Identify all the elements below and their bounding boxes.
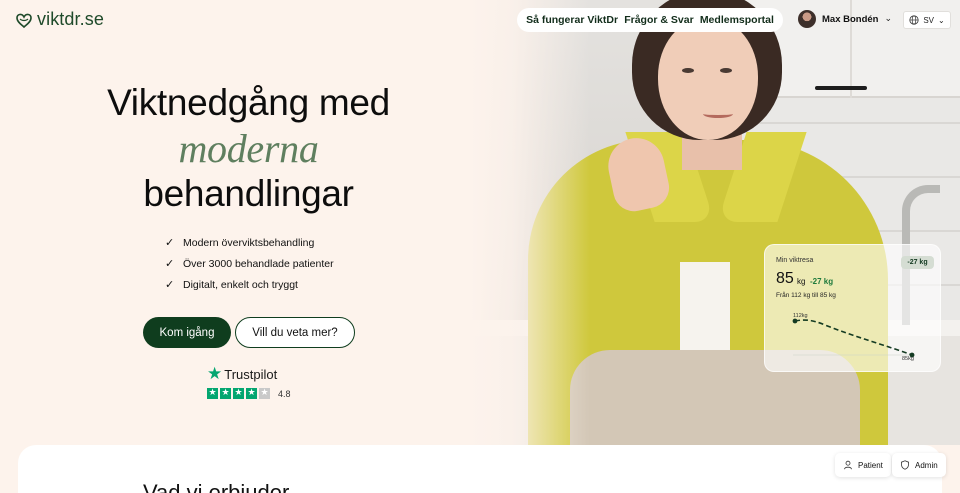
- star-icon: ★: [246, 388, 257, 399]
- feature-text: Över 3000 behandlade patienter: [183, 257, 334, 270]
- trustpilot-star-icon: ★: [207, 364, 223, 384]
- globe-icon: [909, 15, 919, 25]
- user-icon: [844, 460, 852, 470]
- chevron-down-icon: ⌄: [937, 15, 945, 25]
- person-face: [658, 18, 758, 140]
- hero-photo: [470, 0, 960, 445]
- nav-link-member-portal[interactable]: Medlemsportal: [700, 14, 774, 26]
- weight-loss-badge: -27 kg: [901, 256, 934, 269]
- trustpilot-rating: ★ ★ ★ ★ ★ 4.8: [207, 388, 291, 399]
- heart-logo-icon: [16, 13, 32, 28]
- trustpilot-name: Trustpilot: [224, 367, 278, 382]
- star-icon: ★: [259, 388, 270, 399]
- chart-point-start: [792, 318, 798, 324]
- weight-delta: -27 kg: [810, 277, 834, 286]
- chevron-down-icon: ⌄: [884, 14, 893, 24]
- star-icon: ★: [220, 388, 231, 399]
- hero-title-line1: Viktnedgång med: [107, 82, 390, 123]
- chart-end-label: 85kg: [902, 356, 914, 362]
- hero-title-emphasis: moderna: [178, 126, 319, 171]
- person-mouth: [703, 110, 733, 118]
- weight-unit: kg: [797, 277, 806, 286]
- get-started-button[interactable]: Kom igång: [143, 317, 231, 348]
- weight-journey-card: Min viktresa -27 kg 85 kg -27 kg Från 11…: [764, 244, 941, 372]
- check-icon: ✓: [165, 257, 175, 270]
- current-weight: 85: [776, 270, 794, 287]
- logo-text: viktdr.se: [37, 9, 104, 29]
- avatar: [798, 10, 816, 28]
- list-item: ✓ Digitalt, enkelt och tryggt: [165, 274, 334, 295]
- hero-title-line3: behandlingar: [143, 173, 354, 214]
- section-title: Vad vi erbjuder: [143, 480, 290, 493]
- person-eye-left: [682, 68, 694, 73]
- admin-button[interactable]: Admin: [892, 453, 946, 477]
- admin-label: Admin: [915, 460, 938, 470]
- feature-text: Modern överviktsbehandling: [183, 236, 315, 249]
- weight-chart: 112kg 85kg: [792, 313, 915, 362]
- card-title: Min viktresa: [776, 257, 814, 264]
- main-nav: Så fungerar ViktDr Frågor & Svar Medlems…: [517, 8, 783, 32]
- check-icon: ✓: [165, 278, 175, 291]
- photo-fade: [470, 0, 590, 445]
- cabinet-handle: [815, 86, 867, 90]
- star-icon: ★: [207, 388, 218, 399]
- list-item: ✓ Modern överviktsbehandling: [165, 232, 334, 253]
- person-eye-right: [720, 68, 732, 73]
- patient-label: Patient: [858, 460, 883, 470]
- user-name: Max Bondén: [822, 13, 879, 25]
- trustpilot-logo[interactable]: ★ Trustpilot: [207, 366, 277, 383]
- feature-list: ✓ Modern överviktsbehandling ✓ Över 3000…: [165, 232, 334, 295]
- learn-more-button[interactable]: Vill du veta mer?: [235, 317, 355, 348]
- chart-start-label: 112kg: [793, 313, 808, 319]
- language-selector[interactable]: SV ⌄: [903, 11, 951, 29]
- language-label: SV: [923, 15, 934, 25]
- nav-link-how-it-works[interactable]: Så fungerar ViktDr: [526, 14, 618, 26]
- nav-link-faq[interactable]: Frågor & Svar: [624, 14, 693, 26]
- shield-icon: [900, 460, 910, 470]
- list-item: ✓ Över 3000 behandlade patienter: [165, 253, 334, 274]
- weight-range: Från 112 kg till 85 kg: [776, 292, 836, 299]
- star-icon: ★: [233, 388, 244, 399]
- patient-button[interactable]: Patient: [835, 453, 891, 477]
- logo[interactable]: viktdr.se: [14, 9, 104, 30]
- rating-value: 4.8: [278, 388, 291, 399]
- check-icon: ✓: [165, 236, 175, 249]
- chart-line: [794, 319, 913, 356]
- user-menu[interactable]: Max Bondén ⌄: [798, 10, 892, 28]
- feature-text: Digitalt, enkelt och tryggt: [183, 278, 298, 291]
